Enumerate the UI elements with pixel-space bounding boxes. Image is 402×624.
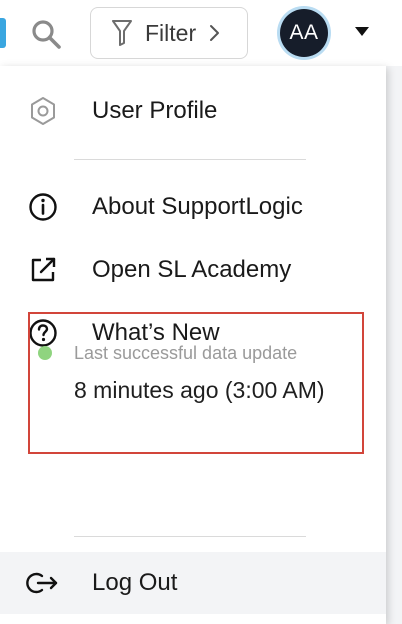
divider xyxy=(74,536,306,537)
menu-item-label: User Profile xyxy=(92,97,218,124)
menu-item-label: Log Out xyxy=(92,569,178,596)
menu-item-label: About SupportLogic xyxy=(92,193,303,220)
status-value: 8 minutes ago (3:00 AM) xyxy=(74,377,325,403)
chevron-right-icon xyxy=(210,25,220,41)
search-icon[interactable] xyxy=(30,18,64,52)
avatar[interactable]: AA xyxy=(277,6,331,60)
menu-item-about[interactable]: About SupportLogic xyxy=(0,176,386,238)
external-link-icon xyxy=(26,253,60,287)
avatar-initials: AA xyxy=(280,9,328,57)
divider xyxy=(74,159,306,160)
hexagon-icon xyxy=(26,94,60,128)
status-label: Last successful data update xyxy=(74,343,298,363)
filter-label: Filter xyxy=(145,19,197,46)
status-indicator-dot xyxy=(38,346,52,360)
menu-item-academy[interactable]: Open SL Academy xyxy=(0,239,386,301)
menu-item-logout[interactable]: Log Out xyxy=(0,552,386,614)
active-indicator xyxy=(0,18,6,48)
top-bar: Filter AA xyxy=(0,0,402,66)
info-icon xyxy=(26,190,60,224)
menu-item-user-profile[interactable]: User Profile xyxy=(0,80,386,142)
funnel-icon xyxy=(112,20,132,46)
menu-item-label: Open SL Academy xyxy=(92,256,292,283)
logout-icon xyxy=(26,566,60,600)
caret-down-icon[interactable] xyxy=(355,27,369,36)
filter-button[interactable]: Filter xyxy=(90,7,248,59)
